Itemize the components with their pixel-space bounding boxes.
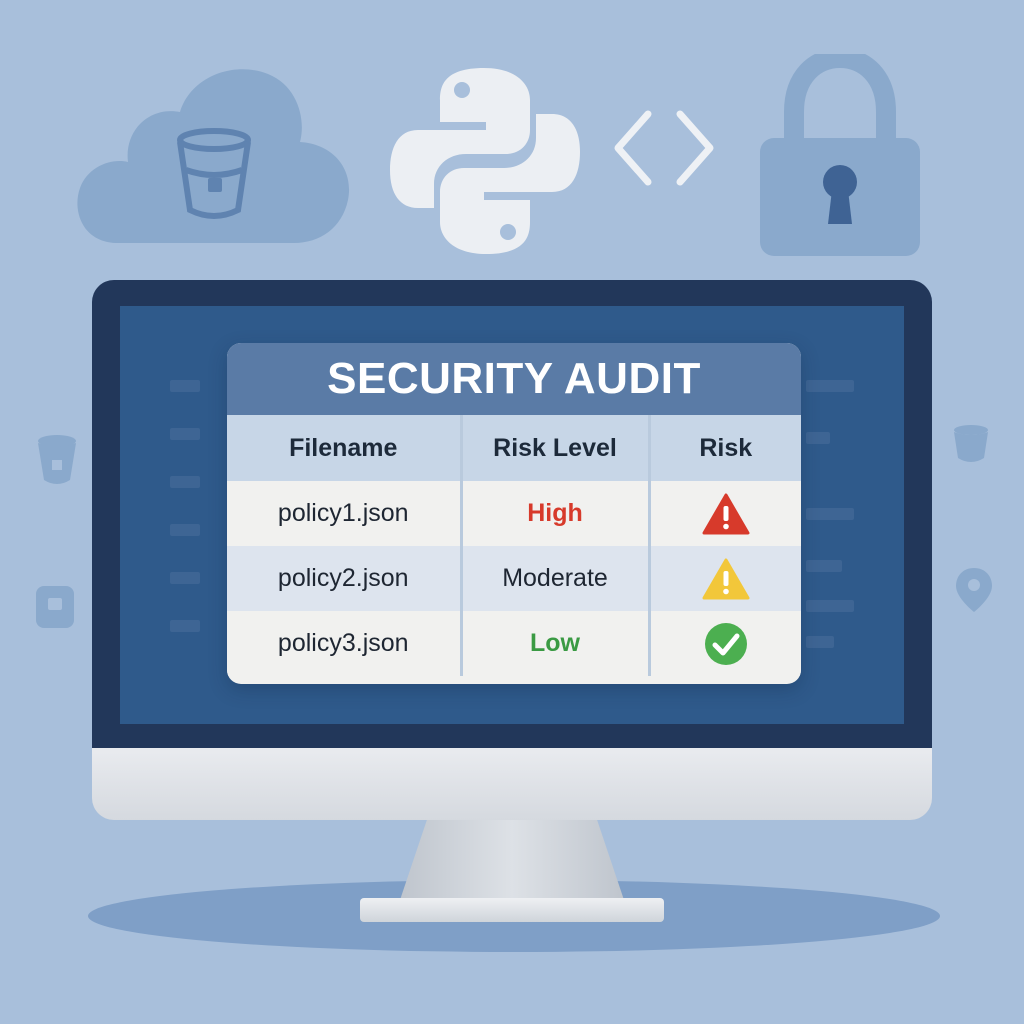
screen-line [806, 432, 830, 444]
python-icon [390, 68, 580, 254]
filename-cell: policy2.json [227, 546, 463, 611]
panel-title: SECURITY AUDIT [227, 343, 801, 415]
screen-line [806, 600, 854, 612]
screen-line [806, 380, 854, 392]
screen-line [170, 428, 200, 440]
padlock-icon [760, 54, 920, 256]
risk-level-cell: High [461, 481, 651, 546]
risk-level-cell: Moderate [461, 546, 651, 611]
security-audit-panel: SECURITY AUDIT Filename Risk Level Risk … [227, 343, 801, 684]
table-row[interactable]: policy1.json High [227, 481, 801, 546]
screen-line [170, 524, 200, 536]
filename-cell: policy3.json [227, 611, 463, 676]
code-brackets-icon [614, 110, 714, 186]
screen-line [170, 572, 200, 584]
check-green-icon [704, 622, 747, 665]
column-header-filename[interactable]: Filename [227, 415, 463, 481]
bucket-icon [36, 586, 74, 628]
filename-cell: policy1.json [227, 481, 463, 546]
audit-table: Filename Risk Level Risk policy1.json Hi… [227, 415, 801, 676]
risk-icon-cell [649, 546, 801, 611]
screen-line [170, 620, 200, 632]
monitor-stand-neck [400, 820, 624, 900]
table-header-row: Filename Risk Level Risk [227, 415, 801, 481]
column-header-risk-level[interactable]: Risk Level [461, 415, 651, 481]
location-pin-icon [956, 568, 992, 612]
table-row[interactable]: policy3.json Low [227, 611, 801, 676]
risk-icon-cell [649, 481, 801, 546]
column-header-risk[interactable]: Risk [649, 415, 801, 481]
cloud-bucket-icon [77, 69, 350, 244]
warning-red-icon [702, 493, 750, 534]
screen-line [806, 560, 842, 572]
monitor-stand-foot [360, 898, 664, 922]
screen-line [806, 636, 834, 648]
screen-line [806, 508, 854, 520]
bucket-icon [954, 425, 988, 462]
risk-icon-cell [649, 611, 801, 676]
risk-level-cell: Low [461, 611, 651, 676]
monitor-chin [92, 748, 932, 820]
warning-yellow-icon [702, 558, 750, 599]
screen-line [170, 380, 200, 392]
screen-line [170, 476, 200, 488]
table-row[interactable]: policy2.json Moderate [227, 546, 801, 611]
bucket-icon [38, 435, 76, 484]
